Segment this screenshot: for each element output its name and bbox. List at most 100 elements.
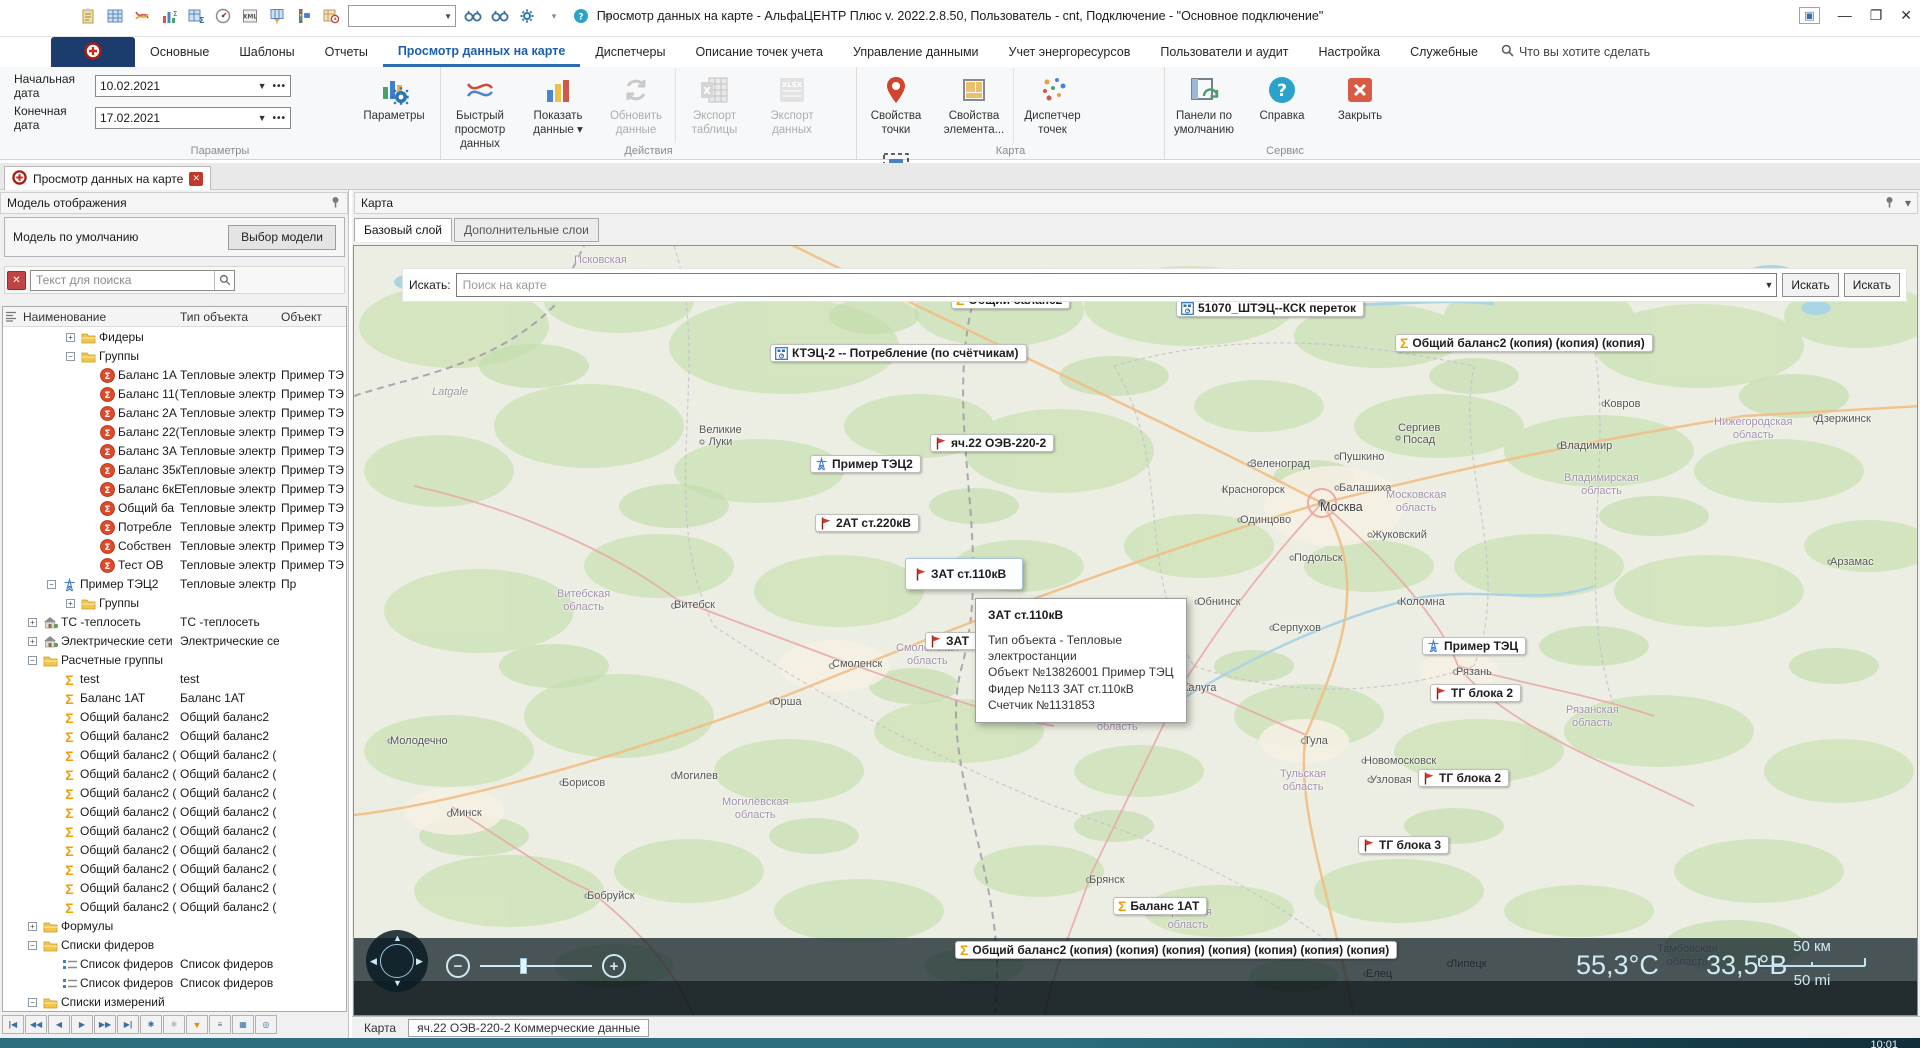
collapse-icon[interactable]: −: [28, 998, 37, 1007]
ribbon-button-показать-данные-[interactable]: Показать данные ▾: [519, 69, 597, 143]
table-icon[interactable]: [105, 6, 125, 26]
map-marker[interactable]: 2АТ ст.220кВ: [815, 514, 919, 532]
tree-row[interactable]: ΣОбщий баланс2 (Общий баланс2 (: [3, 746, 346, 765]
search-button-2[interactable]: Искать: [1844, 273, 1900, 297]
choose-model-button[interactable]: Выбор модели: [228, 225, 336, 250]
map-marker[interactable]: ΣОбщий баланс2 (копия) (копия) (копия): [1395, 334, 1653, 352]
ribbon-tab-шаблоны[interactable]: Шаблоны: [224, 37, 309, 67]
tree-row[interactable]: ΣБаланс 1АТБаланс 1АТ: [3, 689, 346, 708]
map-marker[interactable]: ΣБаланс 1АТ: [1113, 897, 1207, 915]
ribbon-tab-описание-точек-учета[interactable]: Описание точек учета: [680, 37, 838, 67]
expand-icon[interactable]: +: [66, 333, 75, 342]
tree-row[interactable]: ΣБаланс 35кТепловые электрПример ТЭ: [3, 461, 346, 480]
ribbon-tab-служебные[interactable]: Служебные: [1395, 37, 1493, 67]
column-object[interactable]: Объект: [281, 310, 322, 324]
map-marker[interactable]: яч.22 ОЭВ-220-2: [930, 434, 1054, 452]
bottom-tab-map[interactable]: Карта: [356, 1020, 404, 1036]
ribbon-tab-диспетчеры[interactable]: Диспетчеры: [580, 37, 680, 67]
map-search-input[interactable]: Поиск на карте ▼: [456, 273, 1778, 297]
map-marker[interactable]: КТЭЦ-2 -- Потребление (по счётчикам): [770, 344, 1027, 362]
tree-row[interactable]: −Расчетные группы: [3, 651, 346, 670]
chevron-down-icon[interactable]: ▾: [1905, 196, 1911, 210]
qat-search-combo[interactable]: ▼: [348, 5, 456, 27]
prev-page-button[interactable]: ◀◀: [25, 1015, 47, 1034]
tree-row[interactable]: +Группы: [3, 594, 346, 613]
tree-row[interactable]: ΣОбщий баланс2 (Общий баланс2 (: [3, 784, 346, 803]
ribbon-button-закрыть[interactable]: Закрыть: [1321, 69, 1399, 143]
pan-down-icon[interactable]: ▼: [393, 978, 402, 988]
expand-icon[interactable]: +: [28, 637, 37, 646]
search-icon[interactable]: [214, 271, 234, 290]
next-page-button[interactable]: ▶▶: [94, 1015, 116, 1034]
minimize-button[interactable]: —: [1838, 5, 1852, 25]
table-clock-icon[interactable]: [321, 6, 341, 26]
pin-panel-icon[interactable]: ▣: [1799, 7, 1819, 24]
chart-cross-icon[interactable]: [132, 6, 152, 26]
find-button[interactable]: ◎: [255, 1015, 277, 1034]
tree-row[interactable]: +Формулы: [3, 917, 346, 936]
tree-row[interactable]: −Пример ТЭЦ2Тепловые электрПр: [3, 575, 346, 594]
zoom-slider[interactable]: [480, 965, 592, 967]
dropdown-arrow-icon[interactable]: ▼: [1761, 280, 1776, 290]
map-marker[interactable]: ΣОбщий баланс2 (копия) (копия) (копия) (…: [955, 941, 1397, 959]
dropdown-arrow-icon[interactable]: ▼: [258, 81, 267, 91]
grid-layout-button[interactable]: ▦: [232, 1015, 254, 1034]
insert-record-button[interactable]: ✱: [140, 1015, 162, 1034]
map-marker[interactable]: ЗАТ: [925, 632, 977, 650]
tree-row[interactable]: Σtesttest: [3, 670, 346, 689]
tree-row[interactable]: ΣОбщий баланс2 (Общий баланс2 (: [3, 898, 346, 917]
tree-row[interactable]: Список фидеровСписок фидеров: [3, 955, 346, 974]
tree-row[interactable]: ΣТест ОВТепловые электрПример ТЭ: [3, 556, 346, 575]
collapse-icon[interactable]: −: [66, 352, 75, 361]
end-date-field[interactable]: 17.02.2021 ▼ •••: [95, 107, 291, 129]
tree-row[interactable]: +Фидеры: [3, 328, 346, 347]
map-layer-tab-дополнительные-слои[interactable]: Дополнительные слои: [454, 218, 599, 242]
pin-icon[interactable]: [1884, 196, 1895, 211]
pan-left-icon[interactable]: ◀: [370, 956, 377, 967]
tree-row[interactable]: −Списки фидеров: [3, 936, 346, 955]
collapse-icon[interactable]: −: [28, 656, 37, 665]
ribbon-tab-отчеты[interactable]: Отчеты: [310, 37, 383, 67]
find-binoculars-icon[interactable]: [463, 6, 483, 26]
tree-row[interactable]: ΣОбщий баТепловые электрПример ТЭ: [3, 499, 346, 518]
document-tab[interactable]: Просмотр данных на карте ✕: [4, 166, 211, 190]
date-more-button[interactable]: •••: [272, 81, 286, 92]
maximize-button[interactable]: ❐: [1870, 5, 1883, 25]
find-next-binoculars-icon[interactable]: [490, 6, 510, 26]
tree-row[interactable]: ΣПотреблеТепловые электрПример ТЭ: [3, 518, 346, 537]
tree-row[interactable]: ΣОбщий баланс2Общий баланс2: [3, 708, 346, 727]
tellme-box[interactable]: Что вы хотите сделать: [1493, 37, 1650, 67]
start-date-field[interactable]: 10.02.2021 ▼ •••: [95, 75, 291, 97]
tree-row[interactable]: +Электрические сетиЭлектрические се: [3, 632, 346, 651]
tree-row[interactable]: ΣБаланс 1АТепловые электрПример ТЭ: [3, 366, 346, 385]
first-record-button[interactable]: |◀: [2, 1015, 24, 1034]
ribbon-button-свойства-элемента-[interactable]: Свойства элемента...: [935, 69, 1013, 143]
map-marker[interactable]: ЗАТ ст.110кВ: [905, 558, 1023, 590]
ribbon-tab-пользователи-и-аудит[interactable]: Пользователи и аудит: [1145, 37, 1303, 67]
gauge-icon[interactable]: [213, 6, 233, 26]
zoom-in-button[interactable]: +: [602, 954, 626, 978]
map-pan-control[interactable]: ▲ ▼ ◀ ▶: [366, 930, 428, 992]
prev-record-button[interactable]: ◀: [48, 1015, 70, 1034]
expand-icon[interactable]: +: [66, 599, 75, 608]
expand-icon[interactable]: +: [28, 618, 37, 627]
map-marker[interactable]: ТГ блока 3: [1358, 836, 1449, 854]
column-filter-icon[interactable]: [267, 6, 287, 26]
zoom-out-button[interactable]: −: [446, 954, 470, 978]
tree-row[interactable]: ΣОбщий баланс2 (Общий баланс2 (: [3, 803, 346, 822]
search-button-1[interactable]: Искать: [1782, 273, 1838, 297]
close-button[interactable]: ✕: [1900, 5, 1912, 25]
ribbon-button-свойства-точки[interactable]: Свойства точки: [857, 69, 935, 143]
map-marker[interactable]: ТГ блока 2: [1418, 769, 1509, 787]
tree-row[interactable]: ΣБаланс 3АТепловые электрПример ТЭ: [3, 442, 346, 461]
map-marker[interactable]: Пример ТЭЦ2: [810, 455, 921, 473]
customize-qat-icon[interactable]: ≂: [598, 6, 618, 26]
column-name[interactable]: Наименование: [23, 310, 106, 324]
settings-gear-icon[interactable]: [517, 6, 537, 26]
tree-row[interactable]: ΣБаланс 2АТепловые электрПример ТЭ: [3, 404, 346, 423]
signal-levels-icon[interactable]: [294, 6, 314, 26]
clear-search-button[interactable]: ✕: [7, 271, 26, 290]
tree-row[interactable]: ΣОбщий баланс2Общий баланс2: [3, 727, 346, 746]
ribbon-button-панели-по-умолчанию[interactable]: Панели по умолчанию: [1165, 69, 1243, 143]
tree-row[interactable]: ΣОбщий баланс2 (Общий баланс2 (: [3, 879, 346, 898]
